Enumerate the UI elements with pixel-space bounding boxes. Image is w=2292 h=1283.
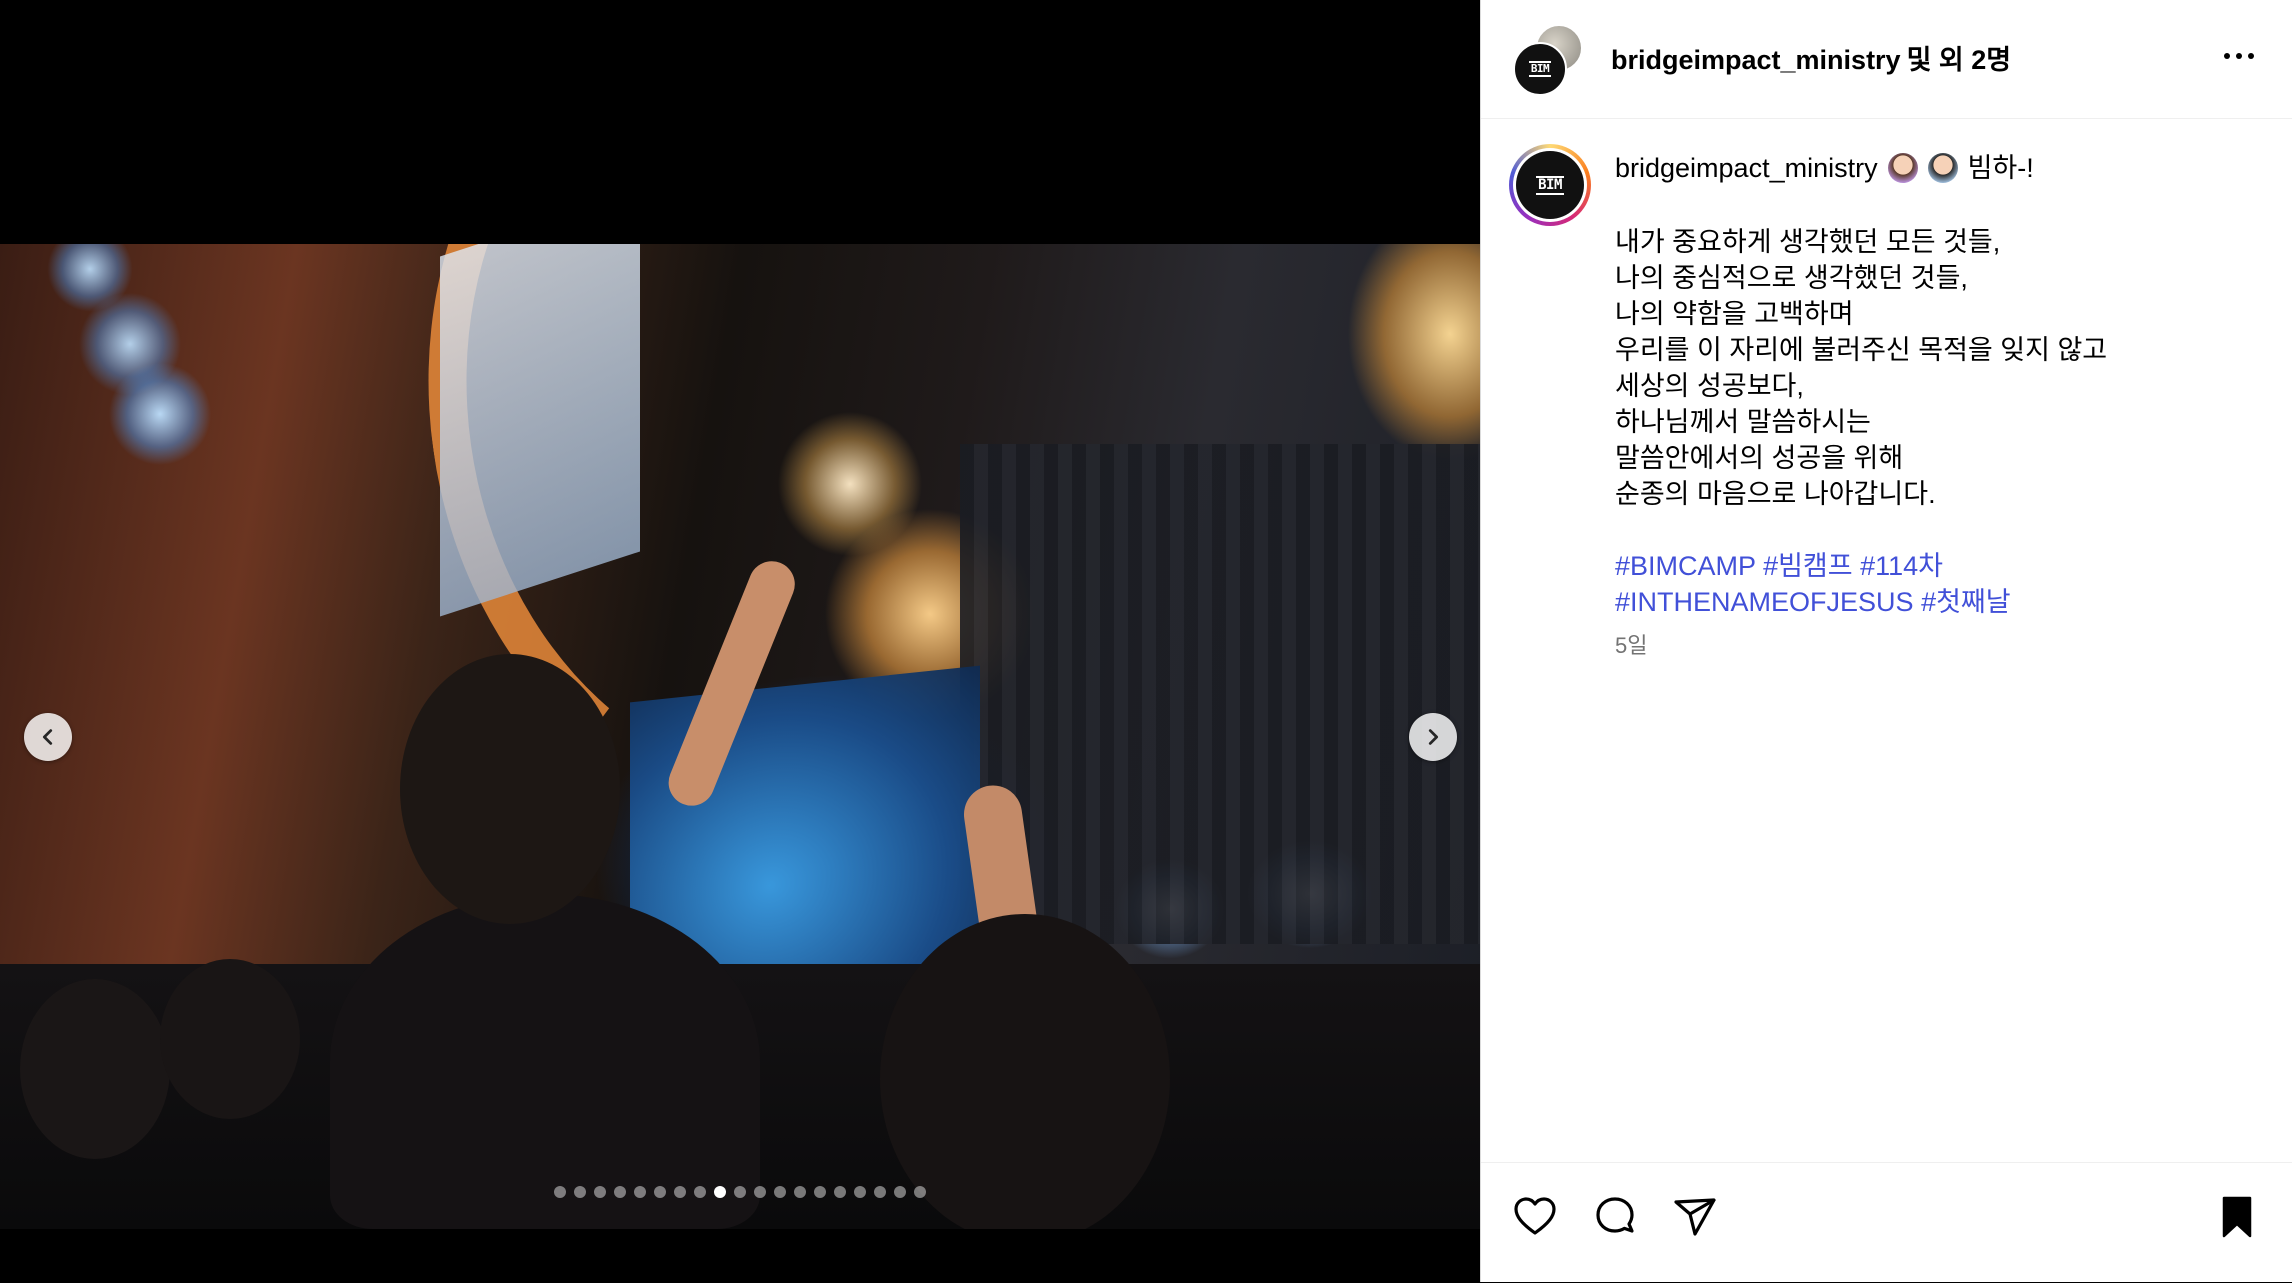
hashtag-row: #INTHENAMEOFJESUS #첫째날 — [1615, 584, 2255, 620]
carousel-dot — [694, 1186, 706, 1198]
caption-author-avatar[interactable]: BIM — [1509, 144, 1591, 226]
save-button[interactable] — [2211, 1191, 2263, 1243]
carousel-prev-button[interactable] — [24, 713, 72, 761]
more-options-button[interactable] — [2217, 38, 2261, 74]
send-icon — [1674, 1198, 1716, 1236]
chevron-left-icon — [42, 729, 53, 745]
more-dot-icon — [2236, 53, 2242, 59]
man-technologist-emoji-icon — [1927, 153, 1958, 183]
collaborators-link[interactable]: 및 외 2명 — [1907, 45, 2012, 75]
carousel-dot — [654, 1186, 666, 1198]
hashtag-link[interactable]: #114차 — [1860, 551, 1943, 581]
more-dot-icon — [2224, 53, 2230, 59]
like-button[interactable] — [1509, 1191, 1561, 1243]
carousel-dot — [854, 1186, 866, 1198]
post-media — [0, 0, 1480, 1282]
hashtag-row: #BIMCAMP #빔캠프 #114차 — [1615, 548, 2255, 584]
caption-line: 우리를 이 자리에 불러주신 목적을 잊지 않고 — [1615, 335, 2108, 365]
comment-icon — [1596, 1197, 1634, 1233]
hashtag-link[interactable]: #BIMCAMP — [1615, 551, 1756, 581]
post-photo — [0, 244, 1480, 1229]
carousel-dot — [834, 1186, 846, 1198]
carousel-dot — [814, 1186, 826, 1198]
carousel-dot — [894, 1186, 906, 1198]
caption-line: 나의 중심적으로 생각했던 것들, — [1615, 263, 1968, 293]
caption-line: 말씀안에서의 성공을 위해 — [1615, 443, 1904, 473]
caption-line: 내가 중요하게 생각했던 모든 것들, — [1615, 227, 2001, 257]
hashtag-link[interactable]: #빔캠프 — [1763, 551, 1853, 581]
carousel-dot — [614, 1186, 626, 1198]
carousel-next-button[interactable] — [1409, 713, 1457, 761]
post-header-title: bridgeimpact_ministry 및 외 2명 — [1611, 38, 2011, 77]
carousel-dot — [554, 1186, 566, 1198]
post-side-panel: BIM bridgeimpact_ministry 및 외 2명 BIM brid… — [1480, 0, 2292, 1282]
carousel-dot — [754, 1186, 766, 1198]
caption-username[interactable]: bridgeimpact_ministry — [1615, 150, 1878, 186]
caption-line: 하나님께서 말씀하시는 — [1615, 407, 1871, 437]
carousel-dot — [674, 1186, 686, 1198]
carousel-dot — [874, 1186, 886, 1198]
carousel-indicator — [554, 1186, 926, 1198]
carousel-dot — [774, 1186, 786, 1198]
ministry-logo-icon: BIM — [1528, 61, 1552, 77]
hashtag-link[interactable]: #첫째날 — [1921, 587, 2011, 617]
comment-button[interactable] — [1589, 1191, 1641, 1243]
photo-stage-curtain — [960, 444, 1480, 944]
bookmark-icon — [2222, 1196, 2252, 1238]
photo-person-head-4 — [160, 959, 300, 1119]
photo-person-foreground — [330, 894, 760, 1229]
carousel-dot — [634, 1186, 646, 1198]
chevron-right-icon — [1428, 729, 1439, 745]
heart-icon — [1514, 1197, 1556, 1235]
caption-hashtags: #BIMCAMP #빔캠프 #114차 #INTHENAMEOFJESUS #첫… — [1615, 548, 2255, 620]
ministry-logo-icon: BIM — [1536, 175, 1564, 195]
caption-avatar-image: BIM — [1516, 151, 1584, 219]
photo-person-head-3 — [20, 979, 170, 1159]
post-header-username[interactable]: bridgeimpact_ministry — [1611, 45, 1901, 75]
caption-line: 순종의 마음으로 나아갑니다. — [1615, 479, 1936, 509]
carousel-dot — [914, 1186, 926, 1198]
post-actions — [1481, 1162, 2292, 1283]
photo-person-head — [400, 654, 620, 924]
post-timestamp[interactable]: 5일 — [1615, 628, 2255, 664]
avatar-ring-gap: BIM — [1513, 148, 1587, 222]
caption-line: 세상의 성공보다, — [1615, 371, 1804, 401]
caption-line: 나의 약함을 고백하며 — [1615, 299, 1854, 329]
post-header: BIM bridgeimpact_ministry 및 외 2명 — [1481, 0, 2292, 119]
more-dot-icon — [2248, 53, 2254, 59]
post-caption: bridgeimpact_ministry 빔하-! 내가 중요하게 생각했던 … — [1615, 150, 2255, 664]
photo-person-head-2 — [880, 914, 1170, 1229]
carousel-dot — [794, 1186, 806, 1198]
collab-avatars[interactable]: BIM — [1513, 24, 1583, 96]
caption-headline: 빔하-! — [1967, 153, 2034, 183]
hashtag-link[interactable]: #INTHENAMEOFJESUS — [1615, 587, 1914, 617]
carousel-dot — [574, 1186, 586, 1198]
caption-body: 내가 중요하게 생각했던 모든 것들, 나의 중심적으로 생각했던 것들, 나의… — [1615, 224, 2255, 512]
carousel-dot — [594, 1186, 606, 1198]
photo-hanging-banner — [440, 244, 640, 617]
carousel-dot — [714, 1186, 726, 1198]
caption-header: bridgeimpact_ministry 빔하-! — [1615, 150, 2255, 186]
carousel-dot — [734, 1186, 746, 1198]
share-button[interactable] — [1669, 1191, 1721, 1243]
author-avatar[interactable]: BIM — [1513, 42, 1567, 96]
woman-technologist-emoji-icon — [1887, 153, 1918, 183]
